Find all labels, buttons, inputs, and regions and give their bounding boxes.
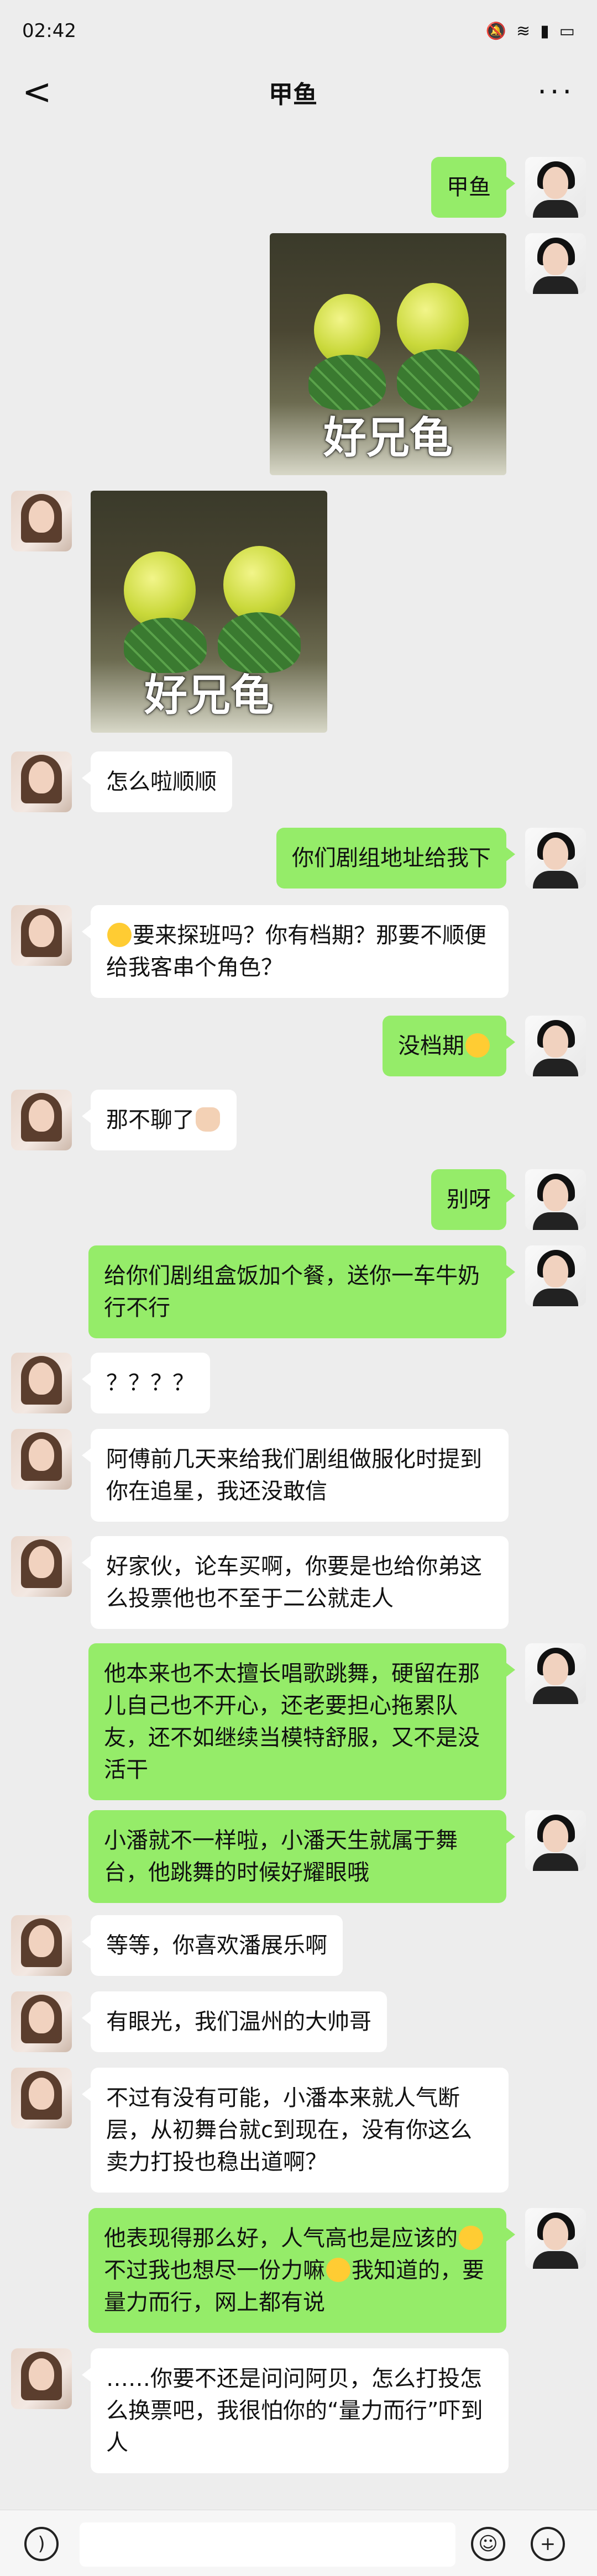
contact-avatar[interactable] <box>11 2348 72 2409</box>
grinning-emoji-icon <box>459 2226 483 2250</box>
sticker-image[interactable]: 好兄龟 <box>91 491 327 733</box>
message-bubble[interactable]: 不过有没有可能，小潘本来就人气断层，从初舞台就c到现在，没有你这么卖力打投也稳出… <box>82 2068 509 2193</box>
message-bubble[interactable]: 有眼光，我们温州的大帅哥 <box>82 1991 387 2052</box>
message-bubble[interactable]: 怎么啦顺顺 <box>82 751 232 812</box>
smiley-icon: ☺ <box>478 2533 498 2555</box>
message-input[interactable] <box>80 2522 455 2567</box>
self-avatar[interactable] <box>525 1016 586 1076</box>
message-bubble[interactable]: 没档期 <box>383 1016 515 1076</box>
message-bubble[interactable]: 他本来也不太擅长唱歌跳舞，硬留在那儿自己也不开心，还老要担心拖累队友，还不如继续… <box>88 1643 515 1800</box>
message-bubble[interactable]: 阿傅前几天来给我们剧组做服化时提到你在追星，我还没敢信 <box>82 1429 509 1522</box>
surprised-emoji-icon <box>107 923 132 947</box>
message-bubble[interactable]: 他表现得那么好，人气高也是应该的不过我也想尽一份力嘛 我知道的，要量力而行，网上都… <box>88 2208 515 2333</box>
contact-avatar[interactable] <box>11 2068 72 2128</box>
more-functions-button[interactable]: + <box>531 2527 565 2561</box>
self-avatar[interactable] <box>525 233 586 294</box>
laughing-emoji-icon <box>326 2258 350 2282</box>
battery-icon: ▭ <box>559 21 575 41</box>
contact-avatar[interactable] <box>11 751 72 812</box>
message-bubble[interactable]: 好家伙，论车买啊，你要是也给你弟这么投票他也不至于二公就走人 <box>82 1536 509 1629</box>
message-bubble[interactable]: ？？？？ <box>82 1353 210 1413</box>
alert-icon: ▮ <box>540 21 549 41</box>
message-bubble[interactable]: 那不聊了 <box>82 1090 237 1150</box>
voice-input-button[interactable]: ) <box>24 2527 59 2561</box>
message-bubble[interactable]: 给你们剧组盒饭加个餐，送你一车牛奶行不行 <box>88 1245 515 1338</box>
back-button[interactable]: < <box>22 75 55 110</box>
voice-icon: ) <box>38 2533 45 2555</box>
self-avatar[interactable] <box>525 1810 586 1871</box>
self-avatar[interactable] <box>525 1169 586 1230</box>
sticker-caption: 好兄龟 <box>323 413 453 463</box>
self-avatar[interactable] <box>525 157 586 218</box>
emoji-button[interactable]: ☺ <box>471 2527 505 2561</box>
contact-avatar[interactable] <box>11 1429 72 1490</box>
contact-avatar[interactable] <box>11 1915 72 1976</box>
status-time: 02:42 <box>22 20 76 42</box>
message-bubble[interactable]: 甲鱼 <box>431 157 515 218</box>
message-bubble[interactable]: 等等，你喜欢潘展乐啊 <box>82 1915 343 1976</box>
message-bubble[interactable]: 别呀 <box>431 1169 515 1230</box>
contact-avatar[interactable] <box>11 1991 72 2052</box>
message-bubble[interactable]: 小潘就不一样啦，小潘天生就属于舞台，他跳舞的时候好耀眼哦 <box>88 1810 515 1903</box>
mute-icon: 🔕 <box>485 21 506 41</box>
message-bubble[interactable]: 要来探班吗？你有档期？那要不顺便给我客串个角色？ <box>82 905 509 998</box>
contact-avatar[interactable] <box>11 1090 72 1150</box>
contact-avatar[interactable] <box>11 1353 72 1413</box>
self-avatar[interactable] <box>525 2208 586 2269</box>
message-bubble[interactable]: ……你要不还是问问阿贝，怎么打投怎么换票吧，我很怕你的“量力而行”吓到人 <box>82 2348 509 2473</box>
contact-avatar[interactable] <box>11 1536 72 1597</box>
self-avatar[interactable] <box>525 828 586 889</box>
chat-title: 甲鱼 <box>269 81 317 109</box>
laughing-tears-emoji-icon <box>465 1033 490 1058</box>
self-avatar[interactable] <box>525 1643 586 1704</box>
chat-header: < 甲鱼 ··· <box>0 62 597 123</box>
sticker-image[interactable]: 好兄龟 <box>270 233 506 475</box>
contact-avatar[interactable] <box>11 491 72 551</box>
contact-avatar[interactable] <box>11 905 72 966</box>
sticker-caption: 好兄龟 <box>144 671 274 721</box>
status-bar: 02:42 🔕 ≋ ▮ ▭ <box>0 0 597 62</box>
wifi-icon: ≋ <box>516 21 531 41</box>
message-bubble[interactable]: 你们剧组地址给我下 <box>276 828 515 889</box>
waving-hand-icon <box>196 1107 220 1132</box>
plus-icon: + <box>540 2533 556 2555</box>
self-avatar[interactable] <box>525 1245 586 1306</box>
more-options-button[interactable]: ··· <box>531 76 575 109</box>
message-list[interactable]: 甲鱼 好兄龟 好兄龟 怎么啦顺顺 你们剧组地址给我下 要来探班吗？你有档期？那要… <box>0 138 597 2509</box>
input-bar: ) ☺ + <box>0 2510 597 2576</box>
